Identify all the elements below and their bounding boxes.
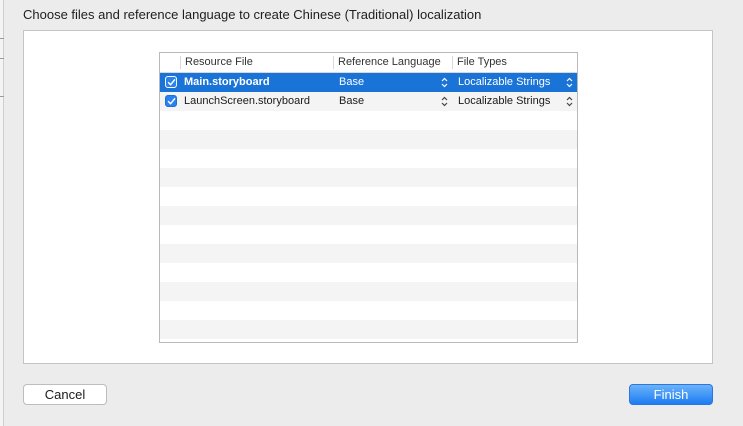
empty-row [160, 130, 577, 149]
table-header: Resource File Reference Language File Ty… [160, 53, 577, 73]
empty-row [160, 149, 577, 168]
empty-row [160, 225, 577, 244]
dialog-title: Choose files and reference language to c… [23, 7, 482, 22]
empty-row [160, 244, 577, 263]
cancel-button[interactable]: Cancel [23, 384, 107, 405]
finish-button[interactable]: Finish [629, 384, 713, 405]
reference-language-value[interactable]: Base [339, 92, 364, 111]
table-row[interactable]: LaunchScreen.storyboard Base Localizable… [160, 92, 577, 111]
column-header-resource-file[interactable]: Resource File [181, 53, 333, 72]
popup-arrows-icon[interactable] [566, 96, 573, 107]
content-panel: Resource File Reference Language File Ty… [23, 30, 713, 364]
empty-row [160, 187, 577, 206]
empty-row [160, 263, 577, 282]
resource-file-name: Main.storyboard [184, 76, 270, 88]
empty-row [160, 206, 577, 225]
empty-row [160, 111, 577, 130]
reference-language-value[interactable]: Base [339, 73, 364, 92]
empty-row [160, 339, 577, 342]
popup-arrows-icon[interactable] [566, 77, 573, 88]
empty-row [160, 168, 577, 187]
file-type-value[interactable]: Localizable Strings [458, 73, 550, 92]
column-header-checkbox[interactable] [160, 53, 180, 72]
column-header-file-types[interactable]: File Types [453, 53, 577, 72]
popup-arrows-icon[interactable] [441, 96, 448, 107]
empty-row [160, 301, 577, 320]
localization-dialog: Choose files and reference language to c… [4, 0, 743, 426]
popup-arrows-icon[interactable] [441, 77, 448, 88]
resource-table[interactable]: Resource File Reference Language File Ty… [159, 52, 578, 343]
file-type-value[interactable]: Localizable Strings [458, 92, 550, 111]
empty-row [160, 320, 577, 339]
include-checkbox[interactable] [165, 95, 177, 107]
table-row[interactable]: Main.storyboard Base Localizable Strings [160, 73, 577, 92]
resource-file-name: LaunchScreen.storyboard [184, 95, 310, 107]
include-checkbox[interactable] [165, 76, 177, 88]
checkmark-icon [167, 79, 176, 86]
column-header-reference-language[interactable]: Reference Language [334, 53, 452, 72]
checkmark-icon [167, 98, 176, 105]
empty-row [160, 282, 577, 301]
